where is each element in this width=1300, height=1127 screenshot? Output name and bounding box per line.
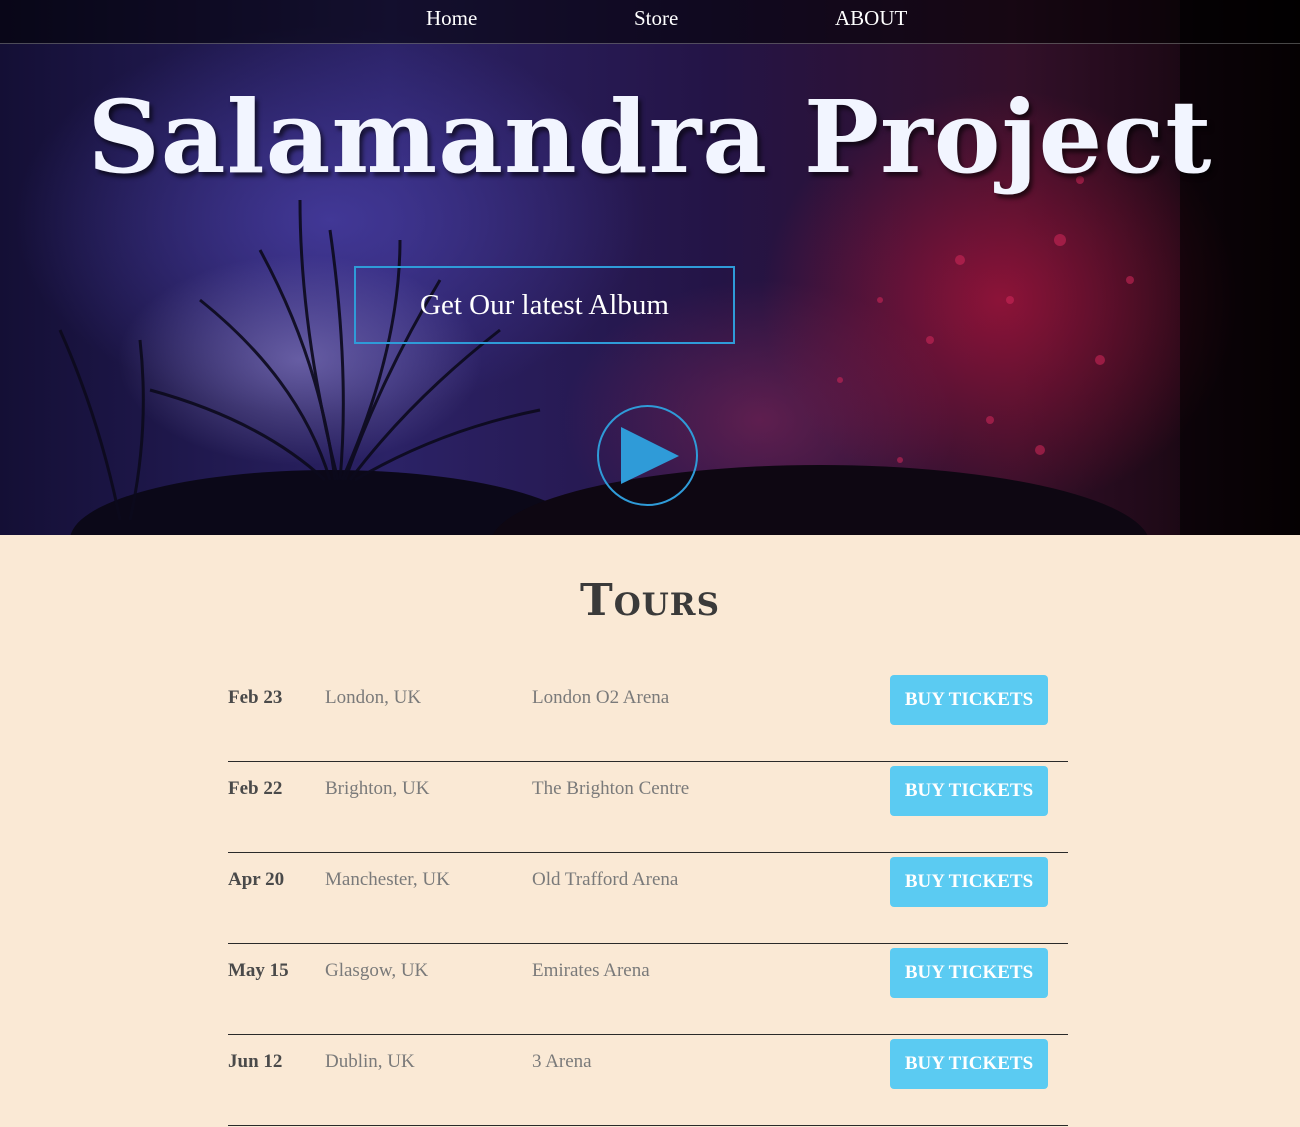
tour-row: Feb 23 London, UK London O2 Arena BUY TI…	[228, 671, 1068, 762]
tour-city: Manchester, UK	[325, 869, 450, 890]
latest-album-button[interactable]: Get Our latest Album	[354, 266, 735, 344]
tour-city: London, UK	[325, 687, 422, 708]
tour-venue: Old Trafford Arena	[532, 869, 679, 890]
tour-date: Feb 23	[228, 687, 283, 708]
buy-tickets-button[interactable]: BUY TICKETS	[890, 857, 1048, 907]
tour-date: May 15	[228, 960, 289, 981]
play-video-button[interactable]	[597, 405, 698, 506]
tour-date: Apr 20	[228, 869, 285, 890]
play-icon	[621, 427, 679, 484]
nav-home-link[interactable]: Home	[426, 6, 477, 31]
tour-venue: The Brighton Centre	[532, 778, 690, 799]
tour-venue: Emirates Arena	[532, 960, 650, 981]
tour-list: Feb 23 London, UK London O2 Arena BUY TI…	[228, 671, 1068, 1126]
tour-date: Jun 12	[228, 1051, 283, 1072]
buy-tickets-button[interactable]: BUY TICKETS	[890, 1039, 1048, 1089]
buy-tickets-button[interactable]: BUY TICKETS	[890, 766, 1048, 816]
tour-date: Feb 22	[228, 778, 283, 799]
tour-row: Feb 22 Brighton, UK The Brighton Centre …	[228, 762, 1068, 853]
nav-store-link[interactable]: Store	[634, 6, 678, 31]
tour-city: Brighton, UK	[325, 778, 430, 799]
tour-venue: London O2 Arena	[532, 687, 670, 708]
buy-tickets-button[interactable]: BUY TICKETS	[890, 675, 1048, 725]
tour-venue: 3 Arena	[532, 1051, 592, 1072]
hero-banner: Home Store ABOUT Salamandra Project Get …	[0, 0, 1300, 535]
tour-city: Glasgow, UK	[325, 960, 429, 981]
band-name-title: Salamandra Project	[87, 78, 1213, 196]
tours-heading: Tours	[580, 575, 720, 626]
tours-section: Tours Feb 23 London, UK London O2 Arena …	[0, 535, 1300, 1127]
tour-city: Dublin, UK	[325, 1051, 415, 1072]
tour-row: Apr 20 Manchester, UK Old Trafford Arena…	[228, 853, 1068, 944]
tour-row: May 15 Glasgow, UK Emirates Arena BUY TI…	[228, 944, 1068, 1035]
buy-tickets-button[interactable]: BUY TICKETS	[890, 948, 1048, 998]
nav-about-link[interactable]: ABOUT	[835, 6, 907, 31]
top-navigation: Home Store ABOUT	[0, 0, 1300, 44]
tour-row: Jun 12 Dublin, UK 3 Arena BUY TICKETS	[228, 1035, 1068, 1126]
